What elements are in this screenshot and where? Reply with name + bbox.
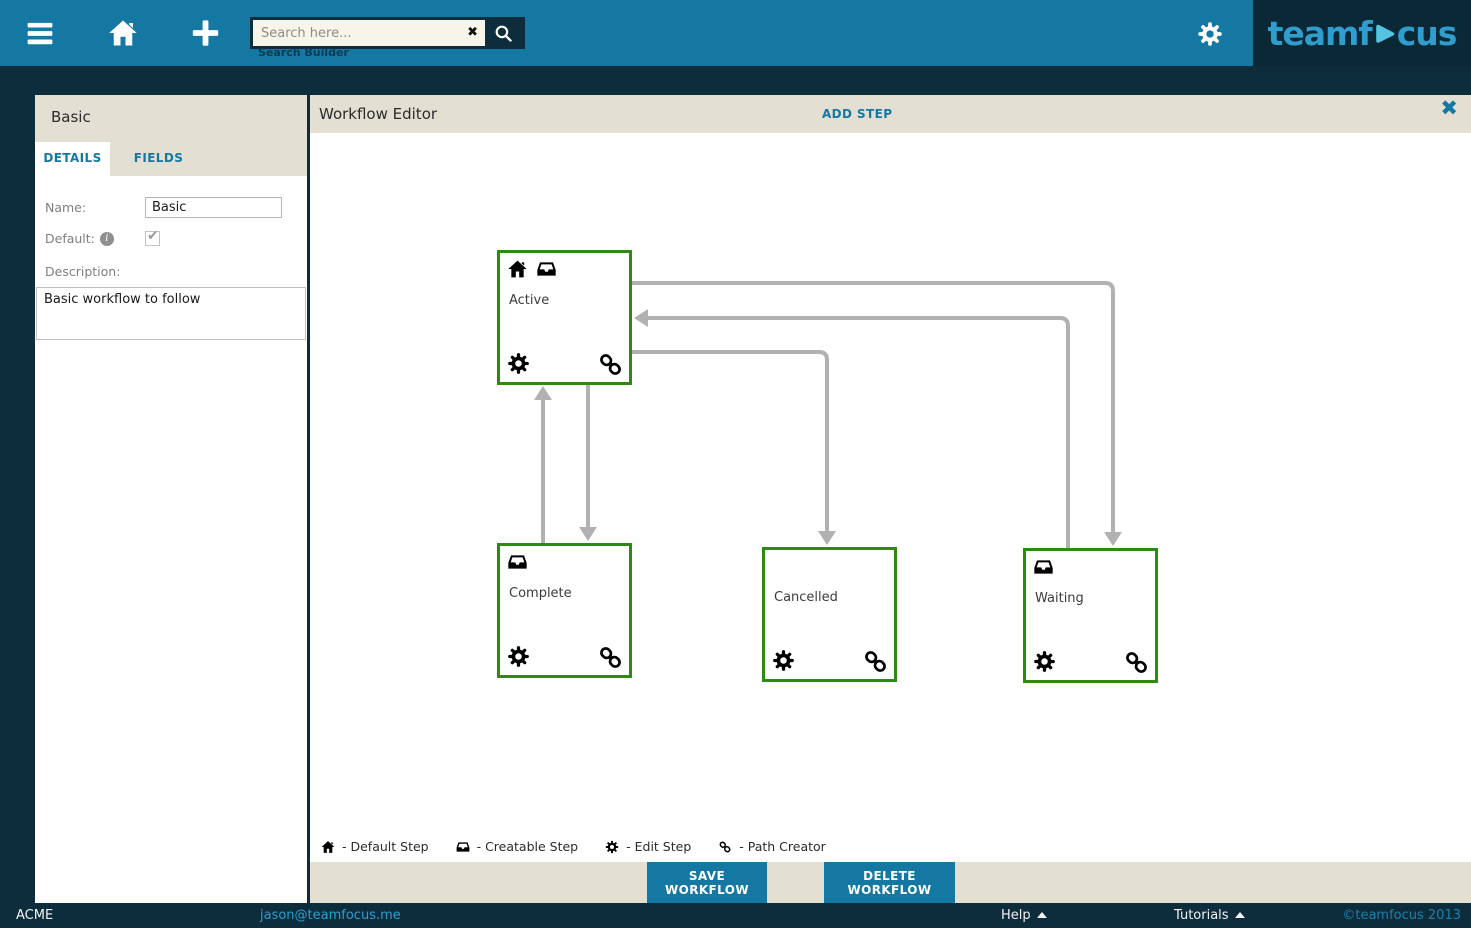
panel-header: Basic — [35, 95, 307, 142]
edit-step-gear-icon[interactable] — [1033, 650, 1056, 673]
delete-workflow-button[interactable]: DELETE WORKFLOW — [824, 862, 955, 903]
legend-path-creator: - Path Creator — [718, 839, 826, 854]
edit-step-gear-icon[interactable] — [772, 649, 795, 672]
arrowhead-down-icon — [1104, 532, 1122, 546]
description-field[interactable]: Basic workflow to follow — [36, 287, 306, 340]
legend-label: - Edit Step — [626, 839, 691, 854]
path-active-to-waiting — [632, 283, 1113, 537]
step-label: Cancelled — [774, 590, 838, 605]
default-row: Default: i ✔ — [45, 231, 307, 246]
caret-up-icon — [1037, 912, 1047, 918]
tab-fields[interactable]: FIELDS — [110, 142, 207, 176]
workflow-paths — [310, 133, 1471, 862]
footer: ACME jason@teamfocus.me Help Tutorials ©… — [0, 903, 1471, 928]
arrowhead-down-icon — [818, 531, 836, 545]
logo-text-post: cus — [1397, 14, 1457, 53]
name-row: Name: — [45, 197, 307, 218]
workflow-canvas[interactable]: Active Complete Cancelled — [310, 133, 1471, 862]
save-workflow-button[interactable]: SAVE WORKFLOW — [647, 862, 767, 903]
caret-up-icon — [1235, 912, 1245, 918]
inbox-icon — [1033, 557, 1054, 577]
checkmark-icon: ✔ — [147, 228, 159, 244]
arrowhead-down-icon — [579, 527, 597, 541]
legend-label: - Path Creator — [739, 839, 826, 854]
step-label: Waiting — [1035, 591, 1084, 606]
inbox-icon — [456, 840, 470, 854]
home-icon — [507, 259, 528, 279]
help-menu[interactable]: Help — [1001, 903, 1047, 928]
step-status-icons — [507, 259, 557, 279]
tutorials-label: Tutorials — [1174, 908, 1229, 923]
workflow-editor-panel: Workflow Editor ADD STEP ✖ — [310, 95, 1471, 903]
editor-action-bar: SAVE WORKFLOW DELETE WORKFLOW — [310, 862, 1471, 903]
search-builder-link[interactable]: Search Builder — [258, 46, 349, 59]
inbox-icon — [507, 552, 528, 572]
path-active-to-cancelled — [632, 352, 827, 536]
step-box-waiting[interactable]: Waiting — [1023, 548, 1158, 683]
panel-body: Name: Default: i ✔ Description: Basic wo… — [35, 176, 307, 903]
step-label: Complete — [509, 586, 572, 601]
step-box-active[interactable]: Active — [497, 250, 632, 385]
legend: - Default Step - Creatable Step - Edit S… — [321, 839, 826, 854]
teamfocus-logo[interactable]: teamf cus — [1268, 14, 1457, 53]
info-icon[interactable]: i — [100, 232, 114, 246]
search-input[interactable] — [253, 20, 485, 46]
legend-label: - Default Step — [342, 839, 429, 854]
edit-step-gear-icon[interactable] — [507, 352, 530, 375]
home-icon — [321, 840, 335, 854]
edit-step-gear-icon[interactable] — [507, 645, 530, 668]
name-label: Name: — [45, 200, 145, 215]
tab-details[interactable]: DETAILS — [35, 142, 110, 176]
add-button[interactable] — [191, 18, 220, 48]
search-input-container: ✖ — [253, 20, 485, 46]
search-button[interactable] — [485, 20, 522, 46]
settings-gear-icon[interactable] — [1197, 21, 1223, 47]
path-creator-link-icon[interactable] — [597, 644, 624, 671]
step-label: Active — [509, 293, 549, 308]
top-bar: ✖ Search Builder teamf cus — [0, 0, 1471, 66]
tutorials-menu[interactable]: Tutorials — [1174, 903, 1245, 928]
step-box-cancelled[interactable]: Cancelled — [762, 547, 897, 682]
clear-search-icon[interactable]: ✖ — [467, 24, 478, 42]
description-label: Description: — [45, 264, 307, 279]
gear-icon — [605, 840, 619, 854]
arrowhead-left-icon — [634, 309, 648, 327]
step-box-complete[interactable]: Complete — [497, 543, 632, 678]
step-status-icons — [1033, 557, 1054, 577]
default-label: Default: i — [45, 231, 145, 246]
copyright-link[interactable]: ©teamfocus 2013 — [1342, 903, 1461, 928]
legend-creatable-step: - Creatable Step — [456, 839, 579, 854]
page-title: Workflow Editor — [319, 95, 437, 133]
company-name: ACME — [16, 903, 53, 928]
user-email-link[interactable]: jason@teamfocus.me — [260, 903, 401, 928]
logo-o-icon — [1373, 21, 1397, 47]
logo-text-pre: teamf — [1268, 14, 1372, 53]
name-field[interactable] — [145, 197, 282, 218]
logo-container: teamf cus — [1253, 0, 1471, 66]
add-step-button[interactable]: ADD STEP — [822, 95, 892, 133]
workflow-details-panel: Basic DETAILS FIELDS Name: Default: i ✔ … — [35, 95, 307, 903]
close-icon[interactable]: ✖ — [1440, 96, 1458, 120]
panel-title: Basic — [51, 108, 291, 126]
menu-icon[interactable] — [23, 20, 57, 47]
panel-tabs: DETAILS FIELDS — [35, 142, 307, 176]
default-label-text: Default: — [45, 231, 95, 246]
path-creator-link-icon[interactable] — [597, 351, 624, 378]
step-status-icons — [507, 552, 528, 572]
path-creator-link-icon[interactable] — [862, 648, 889, 675]
arrowhead-up-icon — [534, 386, 552, 400]
search-bar: ✖ — [250, 17, 525, 49]
home-button[interactable] — [107, 18, 139, 48]
path-creator-link-icon[interactable] — [1123, 649, 1150, 676]
help-label: Help — [1001, 908, 1031, 923]
search-icon — [494, 24, 513, 43]
legend-edit-step: - Edit Step — [605, 839, 691, 854]
legend-label: - Creatable Step — [477, 839, 579, 854]
default-checkbox[interactable]: ✔ — [145, 231, 160, 246]
editor-header: Workflow Editor ADD STEP ✖ — [310, 95, 1471, 133]
link-icon — [718, 840, 732, 854]
inbox-icon — [536, 259, 557, 279]
legend-default-step: - Default Step — [321, 839, 429, 854]
